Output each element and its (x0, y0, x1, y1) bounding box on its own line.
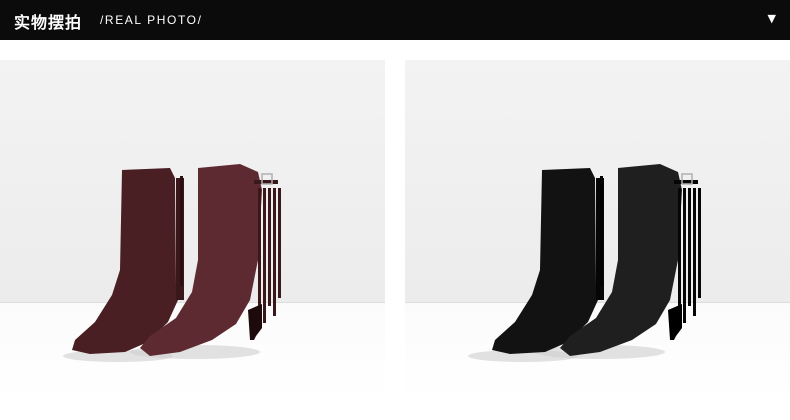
product-photo-black (405, 60, 790, 400)
section-title: 实物摆拍 (14, 13, 83, 32)
triangle-down-icon[interactable]: ▼ (768, 12, 776, 25)
boots-burgundy-image (63, 164, 281, 362)
product-photo-burgundy (0, 60, 385, 400)
section-subtitle: /REAL PHOTO/ (100, 13, 203, 27)
boots-black-image (468, 164, 701, 362)
section-header: 实物摆拍 /REAL PHOTO/ ▼ (0, 0, 790, 40)
